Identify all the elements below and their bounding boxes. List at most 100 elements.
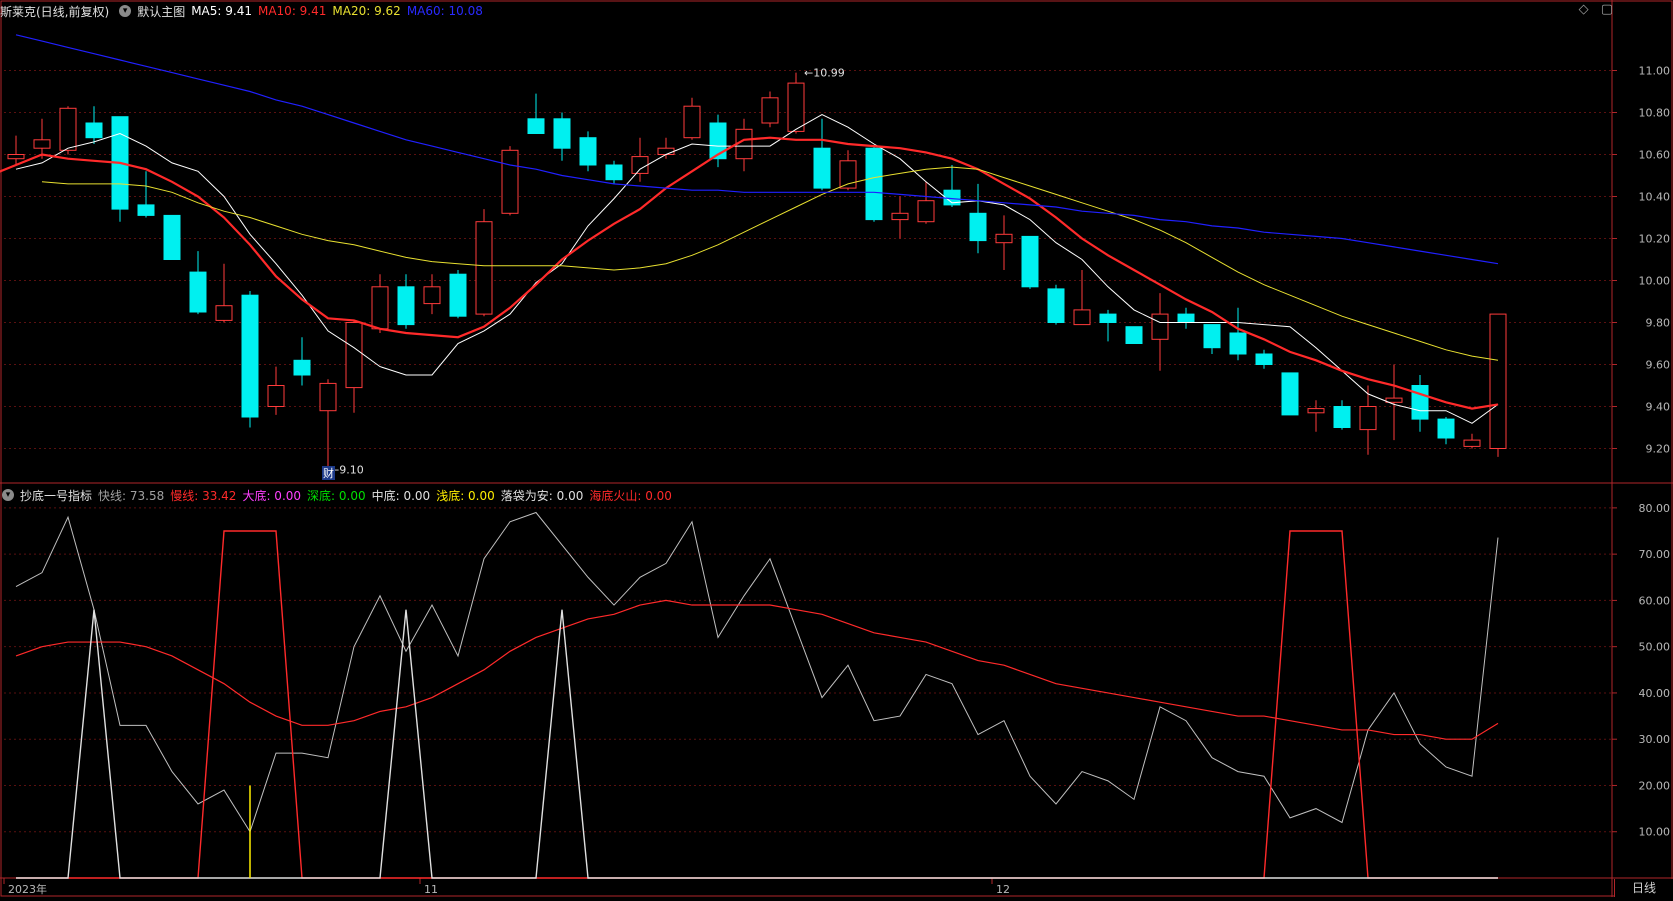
candle-body bbox=[397, 286, 415, 326]
settings-icon[interactable]: ▾ bbox=[119, 5, 132, 17]
price-tick-label: 10.20 bbox=[1639, 233, 1671, 246]
chart-svg[interactable]: 9.20 9.40 9.60 9.80 10.00 10.20 10.40 10.60 10.8… bbox=[0, 0, 1673, 897]
price-tick-label: 9.20 bbox=[1646, 443, 1671, 456]
candle-body bbox=[605, 164, 623, 181]
price-tick-label: 9.80 bbox=[1646, 317, 1671, 330]
indicator-line-快线 bbox=[15, 511, 1499, 833]
candle-body bbox=[1463, 439, 1481, 447]
candle-body bbox=[1437, 418, 1455, 439]
candle-body bbox=[579, 137, 597, 166]
ma10-label: MA10: 9.41 bbox=[257, 4, 327, 18]
candle-body bbox=[1099, 313, 1117, 324]
fast-line-label: 快线: 73.58 bbox=[98, 488, 165, 503]
candle-body bbox=[1203, 324, 1221, 349]
deep-bottom-label: 深底: 0.00 bbox=[307, 488, 366, 503]
indicator-tick-label: 60.00 bbox=[1639, 594, 1671, 607]
main-chart-label[interactable]: 默认主图 bbox=[137, 3, 185, 20]
slow-line-label: 慢线: 33.42 bbox=[170, 488, 237, 503]
candle-body bbox=[1151, 313, 1169, 340]
outer-frame bbox=[0, 0, 1673, 897]
candle-body bbox=[1021, 235, 1039, 288]
candle-body bbox=[1073, 309, 1091, 326]
price-tick-label: 10.00 bbox=[1639, 275, 1671, 288]
candle-body bbox=[1489, 313, 1507, 449]
price-tick-label: 10.40 bbox=[1639, 191, 1671, 204]
candle-body bbox=[1359, 406, 1377, 431]
candle-body bbox=[1307, 408, 1325, 414]
indicator-line-中底 bbox=[16, 609, 1498, 879]
candle-body bbox=[449, 273, 467, 317]
candle-body bbox=[917, 200, 935, 223]
candle-body bbox=[1125, 326, 1143, 345]
candle-body bbox=[1047, 288, 1065, 323]
price-tick-label: 11.00 bbox=[1639, 65, 1671, 78]
ma-line-ma10 bbox=[0, 136, 1499, 410]
candle-body bbox=[137, 204, 155, 216]
top-right-toolbar: ◇ ▢ bbox=[1571, 2, 1613, 17]
period-button[interactable]: 日线 bbox=[1614, 879, 1673, 897]
shallow-bottom-label: 浅底: 0.00 bbox=[436, 488, 495, 503]
candle-body bbox=[423, 286, 441, 305]
candle-body bbox=[33, 139, 51, 149]
ma5-label: MA5: 9.41 bbox=[191, 4, 252, 18]
candle-body bbox=[1229, 332, 1247, 355]
candle-body bbox=[527, 118, 545, 135]
candle-body bbox=[761, 97, 779, 124]
indicator-tick-label: 10.00 bbox=[1639, 826, 1671, 839]
indicator-tick-label: 30.00 bbox=[1639, 733, 1671, 746]
candle-body bbox=[657, 147, 675, 155]
candle-body bbox=[293, 359, 311, 376]
candle-body bbox=[969, 212, 987, 242]
candle-body bbox=[501, 149, 519, 214]
indicator-tick-label: 80.00 bbox=[1639, 502, 1671, 515]
candle-body bbox=[319, 382, 337, 412]
candle-body bbox=[1177, 313, 1195, 324]
candle-body bbox=[345, 322, 363, 389]
ma-line-ma60 bbox=[15, 34, 1499, 265]
candle-body bbox=[189, 271, 207, 313]
candle-body bbox=[787, 82, 805, 132]
candle-body bbox=[475, 221, 493, 315]
main-chart-header: 斯莱克(日线,前复权) ▾ 默认主图 MA5: 9.41 MA10: 9.41 … bbox=[0, 0, 489, 22]
time-tick-label: 12 bbox=[996, 883, 1010, 896]
candle-body bbox=[1281, 372, 1299, 416]
indicator-title[interactable]: 抄底一号指标 bbox=[20, 487, 92, 504]
window-icon[interactable]: ▢ bbox=[1601, 2, 1613, 17]
stock-title[interactable]: 斯莱克(日线,前复权) bbox=[0, 3, 109, 20]
candle-body bbox=[553, 118, 571, 149]
price-tick-label: 10.80 bbox=[1639, 107, 1671, 120]
mid-bottom-label: 中底: 0.00 bbox=[371, 488, 431, 503]
price-tick-label: 10.60 bbox=[1639, 149, 1671, 162]
time-tick-label: 2023年 bbox=[8, 882, 47, 896]
candle-body bbox=[215, 305, 233, 321]
ma60-label: MA60: 10.08 bbox=[406, 4, 483, 18]
big-bottom-label: 大底: 0.00 bbox=[242, 488, 302, 503]
indicator-tick-label: 40.00 bbox=[1639, 687, 1671, 700]
candle-body bbox=[1255, 353, 1273, 365]
candle-body bbox=[59, 107, 77, 151]
time-tick-label: 11 bbox=[424, 883, 438, 896]
safe-label: 落袋为安: 0.00 bbox=[500, 488, 584, 503]
chart-stage[interactable]: 9.20 9.40 9.60 9.80 10.00 10.20 10.40 10.60 10.8… bbox=[0, 0, 1673, 897]
candle-body bbox=[1411, 385, 1429, 420]
finance-badge-text: 财 bbox=[323, 466, 334, 480]
candle-body bbox=[371, 286, 389, 330]
candle-body bbox=[163, 214, 181, 260]
candle-body bbox=[267, 385, 285, 407]
diamond-icon[interactable]: ◇ bbox=[1579, 2, 1589, 17]
candle-body bbox=[813, 147, 831, 189]
ma-line-ma5 bbox=[15, 114, 1499, 424]
indicator-settings-icon[interactable]: ▾ bbox=[2, 489, 14, 501]
price-tick-label: 9.40 bbox=[1646, 401, 1671, 414]
indicator-line-大底 bbox=[16, 530, 1498, 879]
low-price-label: ←9.10 bbox=[330, 464, 364, 477]
candle-body bbox=[995, 233, 1013, 244]
candle-body bbox=[85, 122, 103, 139]
candle-body bbox=[241, 294, 259, 418]
candle-body bbox=[891, 212, 909, 221]
indicator-tick-label: 70.00 bbox=[1639, 548, 1671, 561]
price-tick-label: 9.60 bbox=[1646, 359, 1671, 372]
candle-body bbox=[1333, 406, 1351, 428]
candle-body bbox=[631, 156, 649, 174]
candle-body bbox=[865, 147, 883, 221]
